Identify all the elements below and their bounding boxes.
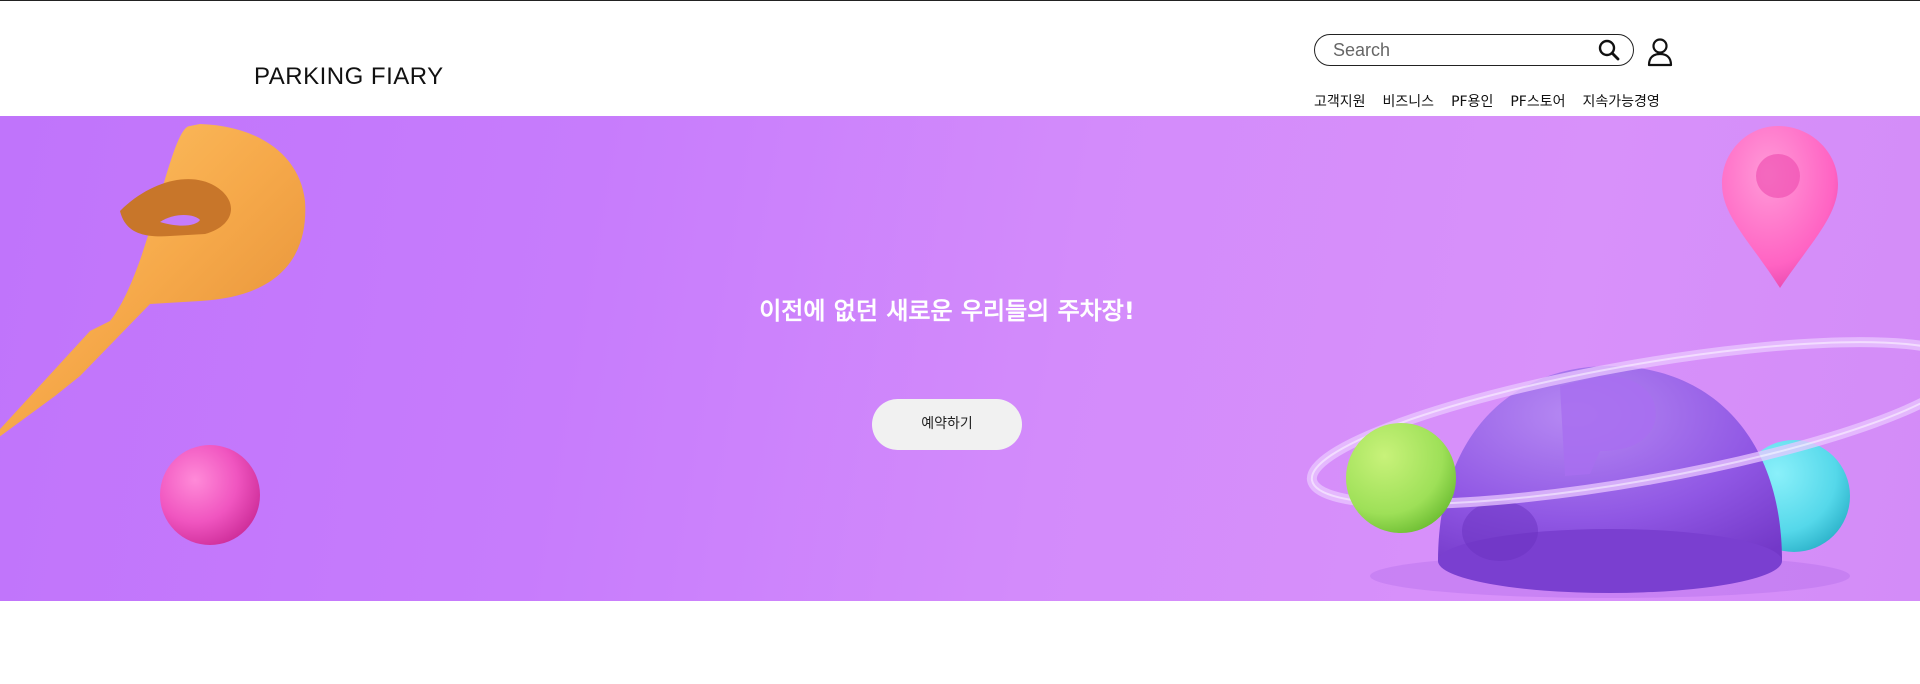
search-box [1314,34,1634,66]
user-icon[interactable] [1646,37,1674,67]
page: PARKING FIARY 고객지원 비즈니스 PF용인 PF스토어 지속가능경… [0,0,1920,684]
hero-title: 이전에 없던 새로운 우리들의 주차장! [759,297,1135,326]
nav-item-sustainability[interactable]: 지속가능경영 [1582,91,1659,113]
nav-item-business[interactable]: 비즈니스 [1383,91,1435,113]
reserve-button[interactable]: 예약하기 [872,399,1022,450]
nav-item-pf-store[interactable]: PF스토어 [1510,91,1565,113]
p-letter-decoration [0,124,306,437]
green-sphere [1346,423,1456,533]
main-nav: 고객지원 비즈니스 PF용인 PF스토어 지속가능경영 [1314,91,1660,113]
site-header: PARKING FIARY 고객지원 비즈니스 PF용인 PF스토어 지속가능경… [0,1,1920,116]
nav-item-support[interactable]: 고객지원 [1314,91,1366,113]
pink-sphere [160,445,260,545]
search-icon[interactable] [1597,39,1621,61]
search-input[interactable] [1333,37,1583,63]
hero-illustration [0,124,1920,598]
site-logo[interactable]: PARKING FIARY [254,61,444,93]
hero-banner: 이전에 없던 새로운 우리들의 주차장! 예약하기 [0,116,1920,601]
location-pin-decoration [1722,126,1838,288]
nav-item-pf-yongin[interactable]: PF용인 [1451,91,1493,113]
